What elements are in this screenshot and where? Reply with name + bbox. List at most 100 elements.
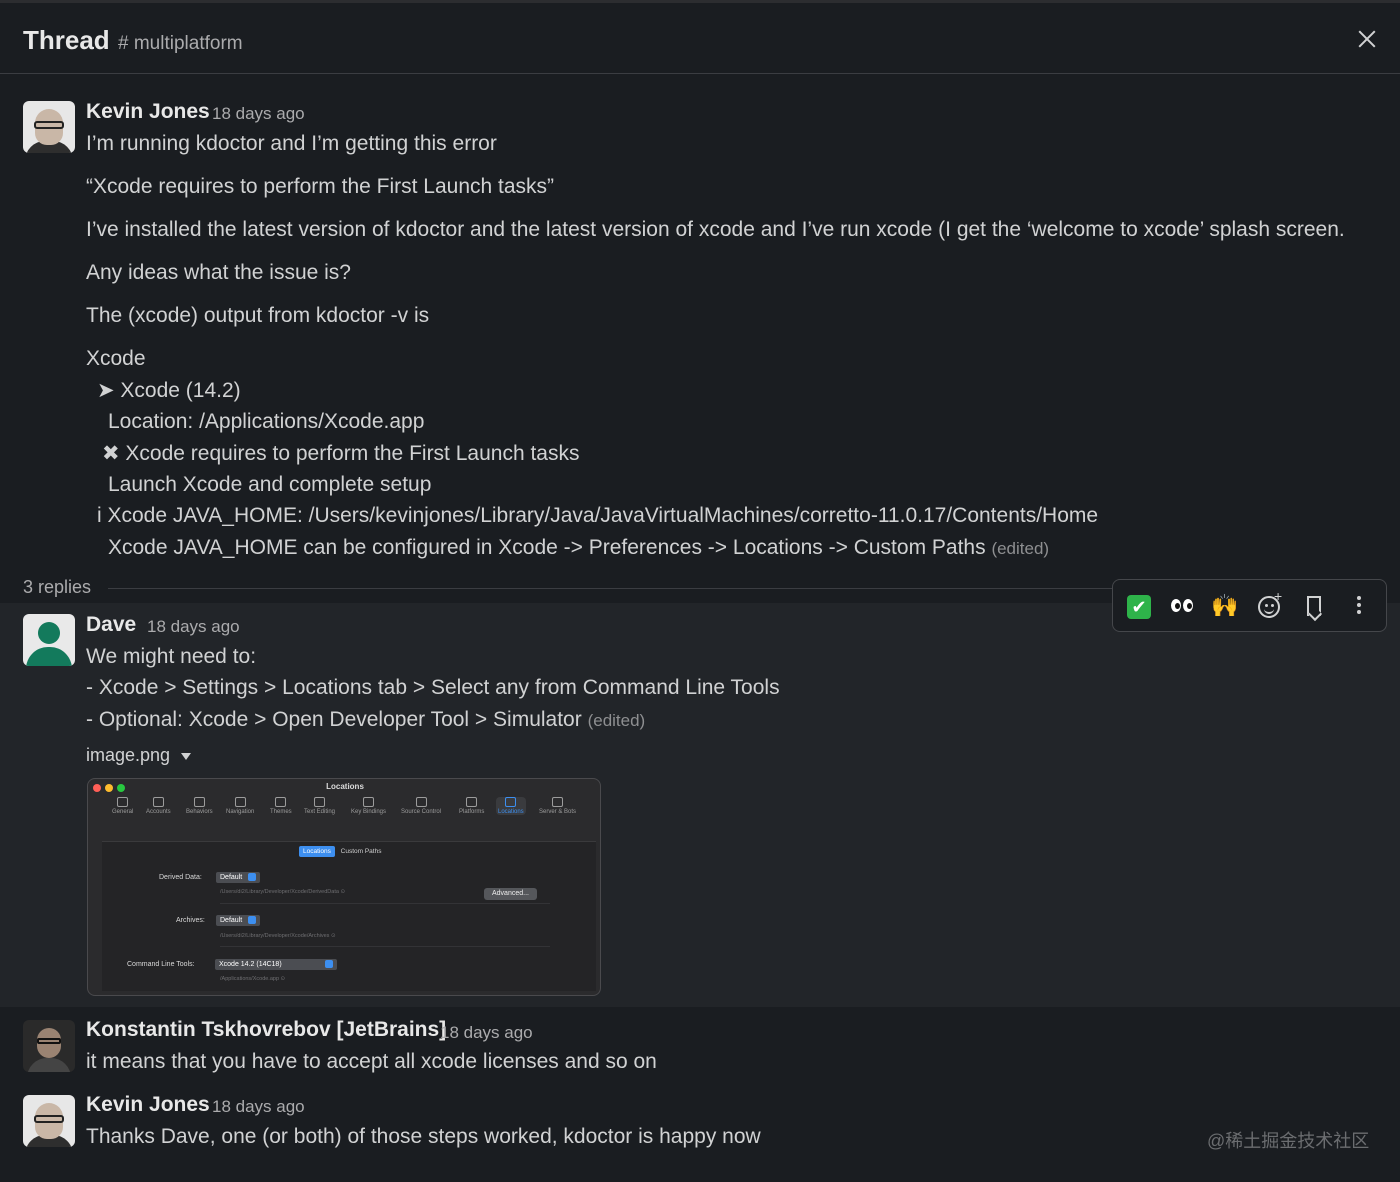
locations-panel: Locations Custom Paths Derived Data: Def… [102,841,596,991]
tab-themes: Themes [270,797,292,815]
avatar[interactable] [23,1095,75,1147]
avatar[interactable] [23,101,75,153]
attachment-image[interactable]: Locations General Accounts Behaviors Nav… [87,778,601,996]
message-text: We might need to: [86,645,257,668]
message-text: Location: /Applications/Xcode.app [108,410,425,433]
command-line-tools-select: Xcode 14.2 (14C18) [215,959,337,970]
brush-icon [275,797,287,807]
preferences-tabs: General Accounts Behaviors Navigation Th… [108,797,588,823]
message-text: Xcode [86,347,146,370]
tab-label: Locations [498,809,524,815]
thread-title: Thread [23,25,110,55]
drive-icon [505,797,517,807]
divider [220,946,550,947]
command-line-tools-label: Command Line Tools: [127,961,195,968]
tab-label: Platforms [459,809,485,815]
message-author[interactable]: Dave [86,613,136,637]
message-author[interactable]: Kevin Jones [86,100,210,124]
avatar[interactable] [23,1020,75,1072]
more-actions-icon[interactable] [1344,591,1374,621]
tab-locations: Locations [496,797,526,815]
segment-custom-paths: Custom Paths [340,848,382,855]
at-icon [152,797,164,807]
tab-label: Server & Bots [539,809,577,815]
tab-label: Navigation [226,809,255,815]
select-value: Xcode 14.2 (14C18) [219,961,282,968]
tab-label: General [112,809,134,815]
message-text: I’ve installed the latest version of kdo… [86,218,1345,241]
tab-key-bindings: Key Bindings [351,797,386,815]
select-value: Default [220,874,243,881]
archives-select: Default [216,915,261,926]
attachment-filename[interactable]: image.png [86,745,170,766]
source-control-icon [415,797,427,807]
tab-text-editing: Text Editing [304,797,335,815]
tab-behaviors: Behaviors [186,797,213,815]
segmented-control: Locations Custom Paths [299,846,385,857]
message-timestamp[interactable]: 18 days ago [147,617,240,637]
avatar[interactable] [23,614,75,666]
message-timestamp[interactable]: 18 days ago [212,1097,305,1117]
message-text: it means that you have to accept all xco… [86,1050,657,1073]
select-value: Default [220,917,243,924]
command-line-tools-path: /Applications/Xcode.app ⊙ [220,976,286,982]
add-reaction-icon[interactable]: + [1254,589,1284,621]
archives-label: Archives: [176,917,205,924]
channel-link[interactable]: # multiplatform [118,33,243,55]
tab-server-bots: Server & Bots [539,797,576,815]
replies-divider [108,588,1118,589]
window-title: Locations [326,782,364,791]
derived-data-label: Derived Data: [159,874,202,881]
tab-general: General [112,797,133,815]
pencil-icon [314,797,326,807]
message-text: ✖ Xcode requires to perform the First La… [102,442,580,465]
message-text-content: Xcode JAVA_HOME can be configured in Xco… [108,536,986,559]
message-text: i Xcode JAVA_HOME: /Users/kevinjones/Lib… [97,504,1099,527]
close-icon[interactable] [1352,25,1382,55]
message-text: Any ideas what the issue is? [86,261,351,284]
tab-accounts: Accounts [146,797,171,815]
message-author[interactable]: Kevin Jones [86,1093,210,1117]
tab-label: Text Editing [304,809,336,815]
eyes-icon[interactable] [1167,591,1197,621]
thread-header: Thread # multiplatform [0,0,1400,74]
raised-hands-icon[interactable]: 🙌 [1210,591,1240,621]
advanced-button: Advanced... [484,888,537,900]
tab-label: Behaviors [186,809,213,815]
derived-data-path: /Users/di2/Library/Developer/Xcode/Deriv… [220,889,346,895]
message-text: The (xcode) output from kdoctor -v is [86,304,430,327]
message-text: ➤ Xcode (14.2) [97,379,241,402]
robot-icon [552,797,563,807]
replies-count: 3 replies [23,577,92,597]
message-text: “Xcode requires to perform the First Lau… [86,175,555,198]
edited-label: (edited) [587,711,646,730]
message-actions-toolbar: ✔ 🙌 + [1112,579,1387,632]
message-text: I’m running kdoctor and I’m getting this… [86,132,497,155]
message-timestamp[interactable]: 18 days ago [212,104,305,124]
message-timestamp[interactable]: 18 days ago [440,1023,533,1043]
navigation-icon [234,797,246,807]
edited-label: (edited) [991,539,1050,558]
tab-platforms: Platforms [459,797,484,815]
derived-data-select: Default [216,872,261,883]
watermark: @稀土掘金技术社区 [1207,1131,1370,1151]
message-author[interactable]: Konstantin Tskhovrebov [JetBrains] [86,1018,446,1042]
bookmark-icon[interactable] [1299,591,1329,621]
message-text: Launch Xcode and complete setup [108,473,432,496]
archives-path: /Users/di2/Library/Developer/Xcode/Archi… [220,933,336,939]
tab-label: Accounts [146,809,171,815]
divider [220,903,550,904]
white-check-mark-icon[interactable]: ✔ [1124,591,1154,621]
tab-label: Key Bindings [351,809,387,815]
keyboard-icon [363,797,375,807]
message-text-content: - Optional: Xcode > Open Developer Tool … [86,708,582,731]
tab-source-control: Source Control [401,797,441,815]
segment-locations: Locations [299,846,335,857]
tab-navigation: Navigation [226,797,254,815]
message-text: Xcode JAVA_HOME can be configured in Xco… [108,536,1049,560]
message-text: - Optional: Xcode > Open Developer Tool … [86,708,645,732]
caret-down-icon[interactable] [181,753,191,760]
tab-label: Source Control [401,809,442,815]
gear-icon [117,797,129,807]
behaviors-icon [193,797,205,807]
